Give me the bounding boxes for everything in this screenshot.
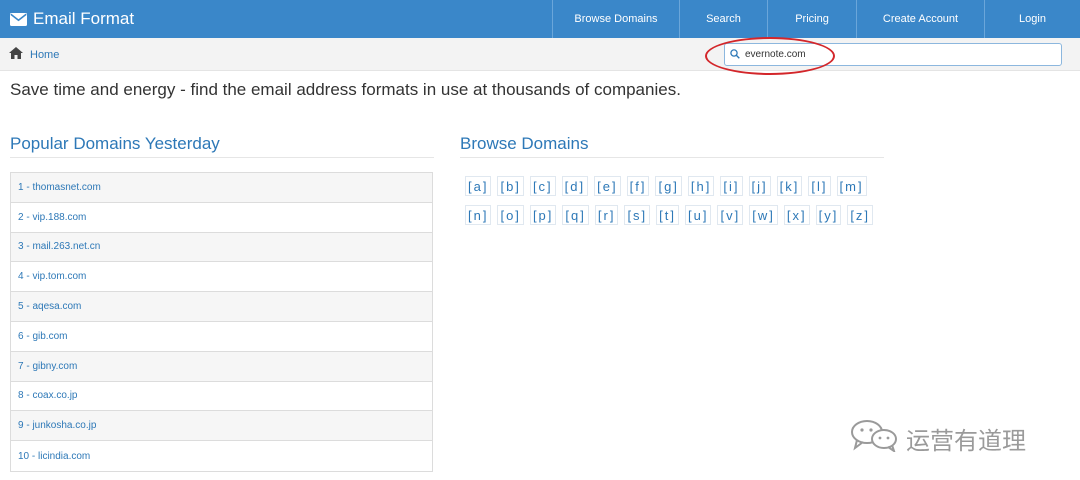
letter-link-a[interactable]: [a] [465,176,492,196]
brand-name: Email Format [33,9,135,28]
list-item[interactable]: 1 - thomasnet.com [11,173,432,203]
letter-links: [a] [b] [c] [d] [e] [f] [g] [h] [i] [j] … [465,176,885,234]
top-navbar: Email Format Browse Domains Search Prici… [0,0,1080,38]
popular-domains-title: Popular Domains Yesterday [10,134,220,153]
letter-link-w[interactable]: [w] [749,205,778,225]
list-item[interactable]: 3 - mail.263.net.cn [11,232,432,263]
letter-link-k[interactable]: [k] [776,176,803,196]
list-item[interactable]: 5 - aqesa.com [11,292,432,322]
wechat-icon [850,418,900,459]
letter-link-b[interactable]: [b] [497,176,524,196]
home-label: Home [30,48,60,61]
letter-link-q[interactable]: [q] [562,205,589,225]
nav-links: Browse Domains Search Pricing Create Acc… [552,0,1080,38]
letter-link-m[interactable]: [m] [836,176,867,196]
search-input[interactable] [745,45,1045,64]
nav-pricing[interactable]: Pricing [767,0,856,38]
list-item[interactable]: 9 - junkosha.co.jp [11,411,432,442]
letter-link-e[interactable]: [e] [594,176,621,196]
letter-link-x[interactable]: [x] [783,205,810,225]
letter-link-f[interactable]: [f] [626,176,650,196]
breadcrumb-home[interactable]: Home [9,38,59,71]
watermark: 运营有道理 [850,418,1026,459]
popular-domains-list: 1 - thomasnet.com 2 - vip.188.com 3 - ma… [10,172,433,472]
letter-link-r[interactable]: [r] [594,205,619,225]
nav-browse-domains[interactable]: Browse Domains [552,0,679,38]
letter-link-y[interactable]: [y] [815,205,842,225]
letter-link-o[interactable]: [o] [497,205,524,225]
letter-link-h[interactable]: [h] [687,176,715,196]
letter-link-v[interactable]: [v] [717,205,744,225]
divider [10,157,434,158]
letter-link-n[interactable]: [n] [465,205,492,225]
list-item[interactable]: 10 - licindia.com [11,441,432,471]
browse-domains-title: Browse Domains [460,134,589,153]
list-item[interactable]: 8 - coax.co.jp [11,381,432,412]
nav-login[interactable]: Login [984,0,1080,38]
envelope-icon [10,12,27,26]
letter-link-t[interactable]: [t] [656,205,680,225]
letter-link-c[interactable]: [c] [529,176,556,196]
watermark-text: 运营有道理 [906,428,1026,455]
letter-link-i[interactable]: [i] [720,176,743,196]
letter-link-u[interactable]: [u] [685,205,712,225]
list-item[interactable]: 4 - vip.tom.com [11,262,432,293]
home-icon [9,47,23,62]
list-item[interactable]: 7 - gibny.com [11,351,432,382]
letter-link-z[interactable]: [z] [847,205,874,225]
nav-search[interactable]: Search [679,0,767,38]
letter-link-p[interactable]: [p] [529,205,557,225]
tagline: Save time and energy - find the email ad… [10,80,681,99]
nav-create-account[interactable]: Create Account [856,0,984,38]
letter-link-s[interactable]: [s] [624,205,651,225]
list-item[interactable]: 6 - gib.com [11,321,432,352]
list-item[interactable]: 2 - vip.188.com [11,202,432,233]
letter-link-d[interactable]: [d] [561,176,589,196]
divider [460,157,884,158]
letter-link-j[interactable]: [j] [748,176,771,196]
search-box[interactable] [724,43,1062,66]
letter-link-l[interactable]: [l] [808,176,831,196]
brand-logo[interactable]: Email Format [10,0,134,38]
breadcrumb-bar: Home [0,38,1080,71]
search-icon [730,46,740,64]
letter-link-g[interactable]: [g] [655,176,682,196]
